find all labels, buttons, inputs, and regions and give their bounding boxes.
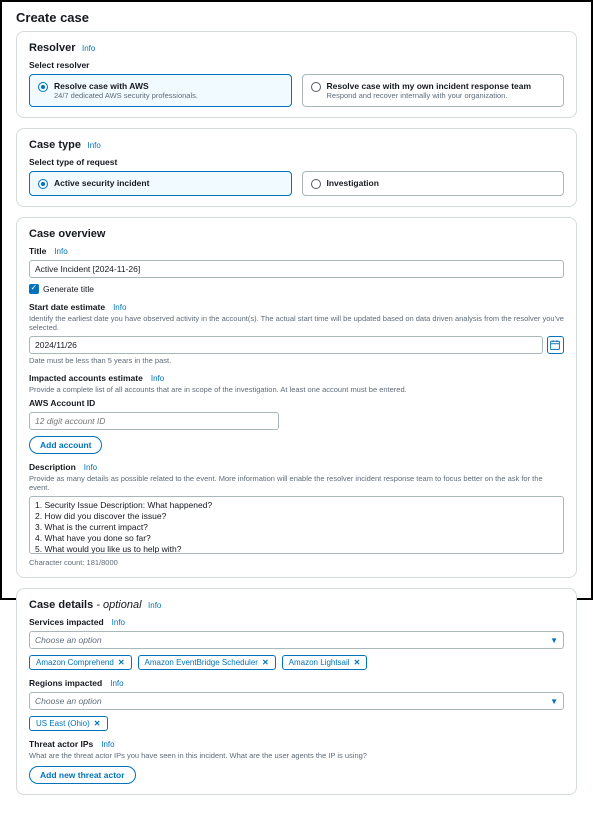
calendar-icon (550, 340, 560, 350)
start-date-label: Start date estimate (29, 302, 105, 312)
accounts-hint: Provide a complete list of all accounts … (29, 385, 564, 394)
overview-heading: Case overview (29, 228, 105, 240)
details-optional: - optional (93, 599, 141, 611)
accounts-info-link[interactable]: Info (151, 374, 164, 383)
char-count: Character count: 181/8000 (29, 558, 564, 567)
services-select[interactable]: Choose an option ▼ (29, 631, 564, 649)
services-info-link[interactable]: Info (112, 618, 125, 627)
threat-hint: What are the threat actor IPs you have s… (29, 751, 564, 760)
threat-label: Threat actor IPs (29, 739, 93, 749)
region-tokens: US East (Ohio)✕ (29, 716, 564, 731)
chevron-down-icon: ▼ (550, 697, 558, 706)
add-threat-actor-button[interactable]: Add new threat actor (29, 766, 136, 784)
description-hint: Provide as many details as possible rela… (29, 474, 564, 492)
resolver-aws-title: Resolve case with AWS (54, 81, 198, 91)
account-id-label: AWS Account ID (29, 398, 564, 408)
case-overview-panel: Case overview Title Info Generate title … (16, 217, 577, 578)
remove-token-icon[interactable]: ✕ (354, 658, 361, 667)
regions-label: Regions impacted (29, 678, 102, 688)
resolver-aws-desc: 24/7 dedicated AWS security professional… (54, 91, 198, 100)
resolver-own-title: Resolve case with my own incident respon… (327, 81, 532, 91)
region-token: US East (Ohio)✕ (29, 716, 108, 731)
case-type-investigation[interactable]: Investigation (302, 171, 565, 196)
calendar-button[interactable] (547, 336, 564, 354)
services-placeholder: Choose an option (35, 635, 102, 645)
case-type-info-link[interactable]: Info (88, 141, 101, 150)
service-token: Amazon EventBridge Scheduler✕ (138, 655, 276, 670)
description-textarea[interactable] (29, 496, 564, 554)
chevron-down-icon: ▼ (550, 636, 558, 645)
description-label: Description (29, 462, 76, 472)
start-date-info-link[interactable]: Info (113, 303, 126, 312)
remove-token-icon[interactable]: ✕ (262, 658, 269, 667)
add-account-button[interactable]: Add account (29, 436, 102, 454)
radio-icon (311, 179, 321, 189)
radio-icon (311, 82, 321, 92)
generate-title-label: Generate title (43, 284, 94, 294)
regions-select[interactable]: Choose an option ▼ (29, 692, 564, 710)
service-tokens: Amazon Comprehend✕ Amazon EventBridge Sc… (29, 655, 564, 670)
case-details-panel: Case details - optional Info Services im… (16, 588, 577, 795)
title-label: Title (29, 246, 46, 256)
case-type-investigation-title: Investigation (327, 178, 379, 188)
generate-title-checkbox[interactable] (29, 284, 39, 294)
radio-icon (38, 82, 48, 92)
service-token: Amazon Comprehend✕ (29, 655, 132, 670)
title-info-link[interactable]: Info (54, 247, 67, 256)
remove-token-icon[interactable]: ✕ (94, 719, 101, 728)
select-type-label: Select type of request (29, 157, 564, 167)
resolver-heading: Resolver (29, 42, 75, 54)
account-id-input[interactable] (29, 412, 279, 430)
description-info-link[interactable]: Info (84, 463, 97, 472)
page-title: Create case (16, 10, 577, 25)
case-type-heading: Case type (29, 139, 81, 151)
accounts-label: Impacted accounts estimate (29, 373, 143, 383)
case-type-panel: Case type Info Select type of request Ac… (16, 128, 577, 207)
start-date-constraint: Date must be less than 5 years in the pa… (29, 356, 564, 365)
radio-icon (38, 179, 48, 189)
services-label: Services impacted (29, 617, 104, 627)
threat-info-link[interactable]: Info (101, 740, 114, 749)
start-date-input[interactable] (29, 336, 543, 354)
title-input[interactable] (29, 260, 564, 278)
regions-placeholder: Choose an option (35, 696, 102, 706)
select-resolver-label: Select resolver (29, 60, 564, 70)
resolver-option-aws[interactable]: Resolve case with AWS 24/7 dedicated AWS… (29, 74, 292, 107)
case-type-active-title: Active security incident (54, 178, 149, 188)
resolver-panel: Resolver Info Select resolver Resolve ca… (16, 31, 577, 118)
service-token: Amazon Lightsail✕ (282, 655, 368, 670)
resolver-info-link[interactable]: Info (82, 44, 95, 53)
start-date-hint: Identify the earliest date you have obse… (29, 314, 564, 332)
resolver-option-own[interactable]: Resolve case with my own incident respon… (302, 74, 565, 107)
details-info-link[interactable]: Info (148, 601, 161, 610)
resolver-own-desc: Respond and recover internally with your… (327, 91, 532, 100)
regions-info-link[interactable]: Info (110, 679, 123, 688)
case-type-active[interactable]: Active security incident (29, 171, 292, 196)
remove-token-icon[interactable]: ✕ (118, 658, 125, 667)
details-heading: Case details (29, 599, 93, 611)
